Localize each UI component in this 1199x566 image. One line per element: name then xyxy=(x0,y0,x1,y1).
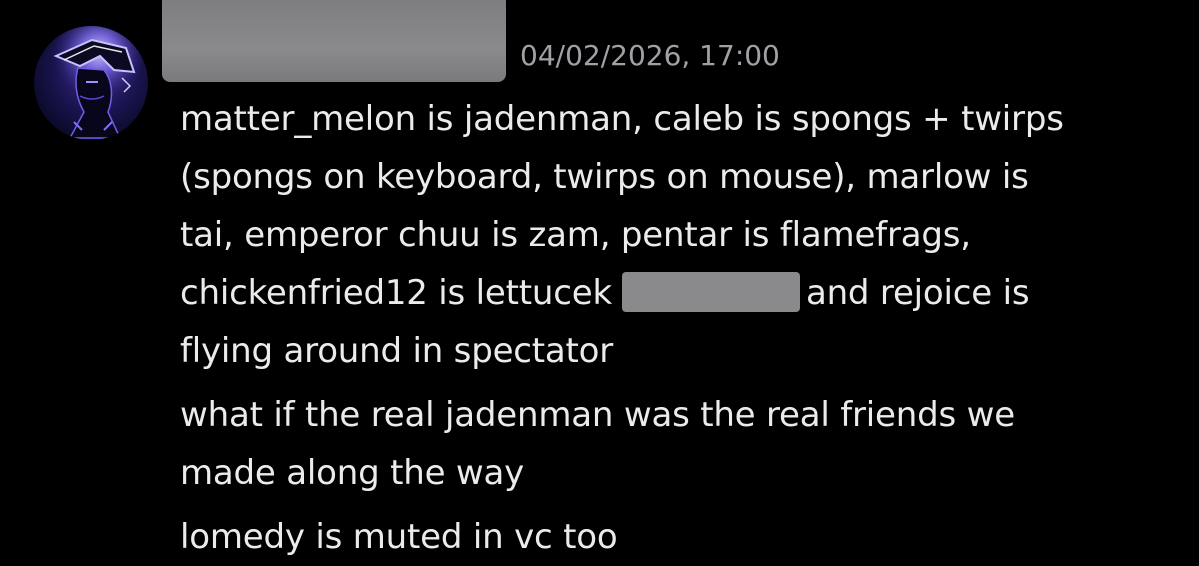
message-line: chickenfried12 is lettucek and rejoice is xyxy=(180,264,1190,322)
message-line: lomedy is muted in vc too xyxy=(180,517,618,557)
message-block: lomedy is muted in vc too xyxy=(180,508,1190,566)
message-block: what if the real jadenman was the real f… xyxy=(180,386,1190,502)
message-content: matter_melon is jadenman, caleb is spong… xyxy=(180,90,1190,566)
redacted-username xyxy=(162,0,506,82)
message-line: (spongs on keyboard, twirps on mouse), m… xyxy=(180,157,1029,197)
message-text: chickenfried12 is lettucek xyxy=(180,273,612,313)
message-line: tai, emperor chuu is zam, pentar is flam… xyxy=(180,215,971,255)
message-line: flying around in spectator xyxy=(180,331,614,371)
user-avatar[interactable] xyxy=(34,26,148,140)
message-block: matter_melon is jadenman, caleb is spong… xyxy=(180,90,1190,380)
chat-message-group: 04/02/2026, 17:00 matter_melon is jadenm… xyxy=(0,0,1199,566)
redacted-text xyxy=(621,272,800,312)
message-line: what if the real jadenman was the real f… xyxy=(180,395,1015,435)
hooded-figure-avatar-icon xyxy=(46,26,142,139)
message-text: and rejoice is xyxy=(805,273,1030,313)
message-timestamp: 04/02/2026, 17:00 xyxy=(520,39,780,72)
message-line: matter_melon is jadenman, caleb is spong… xyxy=(180,99,1064,139)
message-line: made along the way xyxy=(180,453,525,493)
